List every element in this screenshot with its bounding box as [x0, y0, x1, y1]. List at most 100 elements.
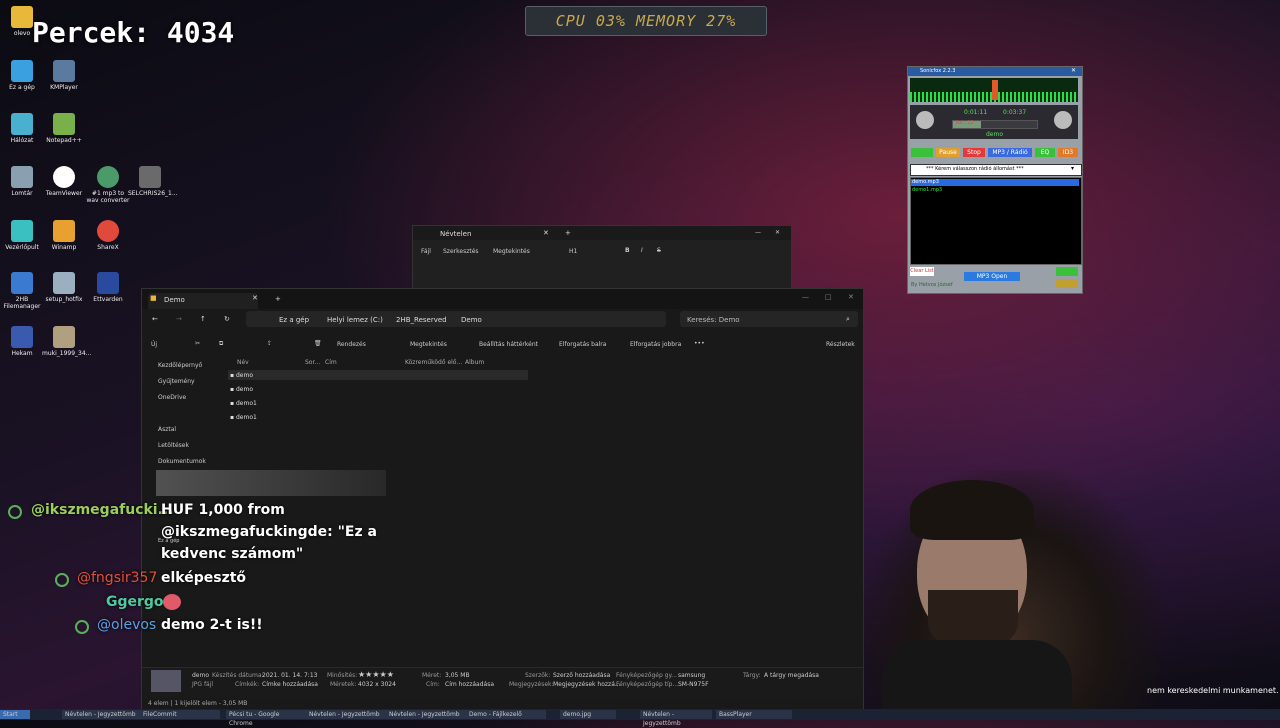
start-button[interactable]: Start: [0, 710, 30, 719]
close-tab-icon[interactable]: ✕: [252, 294, 258, 302]
desktop-icon-teamviewer[interactable]: TeamViewer: [42, 166, 86, 197]
nav-home[interactable]: Kezdőlépernyő: [158, 362, 202, 369]
file-row[interactable]: ▪ demo: [230, 386, 253, 393]
minutes-counter: Percek: 4034: [32, 16, 235, 49]
share-icon[interactable]: ⇪: [267, 340, 272, 347]
set-background-button[interactable]: Beállítás háttérként: [479, 341, 538, 348]
desktop-icon-mp3-converter[interactable]: #1 mp3 to wav converter: [86, 166, 130, 204]
id3-button[interactable]: ID3: [1058, 148, 1078, 157]
cut-icon[interactable]: ✂: [195, 340, 200, 347]
taskbar-item[interactable]: demo.jpg: [560, 710, 616, 719]
detail-rating-value[interactable]: ★★★★★: [358, 670, 394, 679]
desktop-icon-photo[interactable]: SELCHRIS26_1...: [128, 166, 178, 197]
back-icon[interactable]: ←: [152, 315, 158, 323]
clear-list-button[interactable]: Clear List: [910, 267, 934, 276]
desktop-icon-filemanager[interactable]: 2HB Filemanager: [0, 272, 44, 310]
heading-dropdown[interactable]: H1: [569, 248, 577, 255]
strikethrough-icon[interactable]: S: [657, 247, 661, 254]
desktop-icon-muki[interactable]: muki_1999_34...: [42, 326, 91, 357]
desktop-icon-recycle-bin[interactable]: Lomtár: [0, 166, 44, 197]
new-tab-icon[interactable]: +: [275, 295, 281, 303]
breadcrumb-demo[interactable]: Demo: [461, 316, 482, 324]
copy-icon[interactable]: ⧉: [219, 340, 223, 348]
taskbar-item[interactable]: Névtelen - Jegyzettömb: [62, 710, 142, 719]
rotate-right-button[interactable]: Elforgatás jobbra: [630, 341, 681, 348]
new-tab-icon[interactable]: +: [565, 229, 571, 237]
close-tab-icon[interactable]: ✕: [543, 229, 549, 237]
detail-title-value[interactable]: Cím hozzáadása: [445, 681, 494, 688]
desktop-icon-notepadpp[interactable]: Notepad++: [42, 113, 86, 144]
mp3-radio-button[interactable]: MP3 / Rádió: [988, 148, 1032, 157]
play-button[interactable]: Play: [911, 148, 933, 157]
view-button[interactable]: Megtekintés: [410, 341, 447, 348]
desktop-icon-this-pc[interactable]: Ez a gép: [0, 60, 44, 91]
file-row[interactable]: ▪ demo1: [230, 414, 257, 421]
minimize-icon[interactable]: —: [755, 229, 761, 236]
taskbar-item[interactable]: Névtelen - Jegyzettömb: [386, 710, 466, 719]
playlist-item[interactable]: demo1.mp3: [912, 187, 942, 193]
nav-downloads[interactable]: Letöltések: [158, 442, 189, 449]
detail-comments-value[interactable]: Megjegyzések hozzá...: [553, 681, 621, 688]
taskbar-item[interactable]: Névtelen - Jegyzettömb: [640, 710, 712, 727]
detail-tags-value[interactable]: Címke hozzáadása: [262, 681, 318, 688]
desktop-icon-winamp[interactable]: Winamp: [42, 220, 86, 251]
playlist-item[interactable]: demo.mp3: [912, 179, 939, 185]
taskbar-item[interactable]: BassPlayer: [716, 710, 792, 719]
sort-button[interactable]: Rendezés: [337, 341, 366, 348]
column-title[interactable]: Cím: [325, 359, 337, 366]
column-name[interactable]: Név: [237, 359, 249, 366]
nav-gallery[interactable]: Gyűjtemény: [158, 378, 195, 385]
new-button[interactable]: Új: [151, 341, 157, 348]
delete-icon[interactable]: 🗑: [314, 340, 322, 347]
column-album[interactable]: Album: [465, 359, 484, 366]
nav-desktop[interactable]: Asztal: [158, 426, 176, 433]
balance-knob[interactable]: [916, 111, 934, 129]
column-number[interactable]: Sor...: [305, 359, 320, 366]
refresh-icon[interactable]: ↻: [224, 315, 230, 323]
volume-knob[interactable]: [1054, 111, 1072, 129]
desktop-icon-folder[interactable]: olevo: [0, 6, 44, 37]
notepad-tab-title[interactable]: Névtelen: [440, 230, 471, 238]
taskbar-item[interactable]: Demo - Fájlkezelő: [466, 710, 546, 719]
taskbar-item[interactable]: Pécsi tu - Google Chrome: [226, 710, 306, 727]
mp3-open-button[interactable]: MP3 Open: [964, 272, 1020, 281]
close-icon[interactable]: ✕: [848, 293, 854, 301]
file-row[interactable]: ▪ demo1: [230, 400, 257, 407]
detail-authors-value[interactable]: Szerző hozzáadása: [553, 672, 610, 679]
stop-button[interactable]: Stop: [963, 148, 985, 157]
close-icon[interactable]: ✕: [775, 229, 780, 236]
detail-subject-value[interactable]: A tárgy megadása: [764, 672, 819, 679]
italic-icon[interactable]: I: [641, 247, 643, 254]
notepad-menu-file[interactable]: Fájl: [421, 248, 431, 255]
notepad-menu-edit[interactable]: Szerkesztés: [443, 248, 479, 255]
desktop-icon-network[interactable]: Hálózat: [0, 113, 44, 144]
breadcrumb-local-disk[interactable]: Helyi lemez (C:): [327, 316, 383, 324]
rotate-left-button[interactable]: Elforgatás balra: [559, 341, 606, 348]
taskbar-item[interactable]: Névtelen - Jegyzettömb: [306, 710, 386, 719]
close-icon[interactable]: ✕: [1071, 67, 1076, 74]
desktop-icon-control-panel[interactable]: Vezérlőpult: [0, 220, 44, 251]
maximize-icon[interactable]: □: [825, 293, 832, 301]
desktop-icon-kmplayer[interactable]: KMPlayer: [42, 60, 86, 91]
details-button[interactable]: Részletek: [826, 341, 855, 348]
eq-button[interactable]: EQ: [1035, 148, 1055, 157]
file-row[interactable]: ▪ demo: [230, 372, 253, 379]
nav-onedrive[interactable]: OneDrive: [158, 394, 186, 401]
desktop-icon-ettvarden[interactable]: Ettvarden: [86, 272, 130, 303]
column-contributing-artists[interactable]: Közreműködő elő...: [405, 359, 462, 366]
pause-button[interactable]: Pause: [936, 148, 960, 157]
desktop-icon-hekam[interactable]: Hekam: [0, 326, 44, 357]
taskbar-item[interactable]: FileCommit: [140, 710, 220, 719]
breadcrumb-this-pc[interactable]: Ez a gép: [279, 316, 309, 324]
desktop-icon-sharex[interactable]: ShareX: [86, 220, 130, 251]
notepad-menu-view[interactable]: Megtekintés: [493, 248, 530, 255]
chat-username: @ikszmegafucki...: [31, 502, 174, 518]
breadcrumb-reserved[interactable]: 2HB_Reserved: [396, 316, 447, 324]
desktop-icon-setup-hotfix[interactable]: setup_hotfix: [42, 272, 86, 303]
more-options-icon[interactable]: •••: [694, 340, 705, 347]
up-icon[interactable]: ↑: [200, 315, 206, 323]
minimize-icon[interactable]: —: [802, 293, 809, 301]
forward-icon[interactable]: →: [176, 315, 182, 323]
bold-icon[interactable]: B: [625, 247, 630, 254]
nav-documents[interactable]: Dokumentumok: [158, 458, 206, 465]
